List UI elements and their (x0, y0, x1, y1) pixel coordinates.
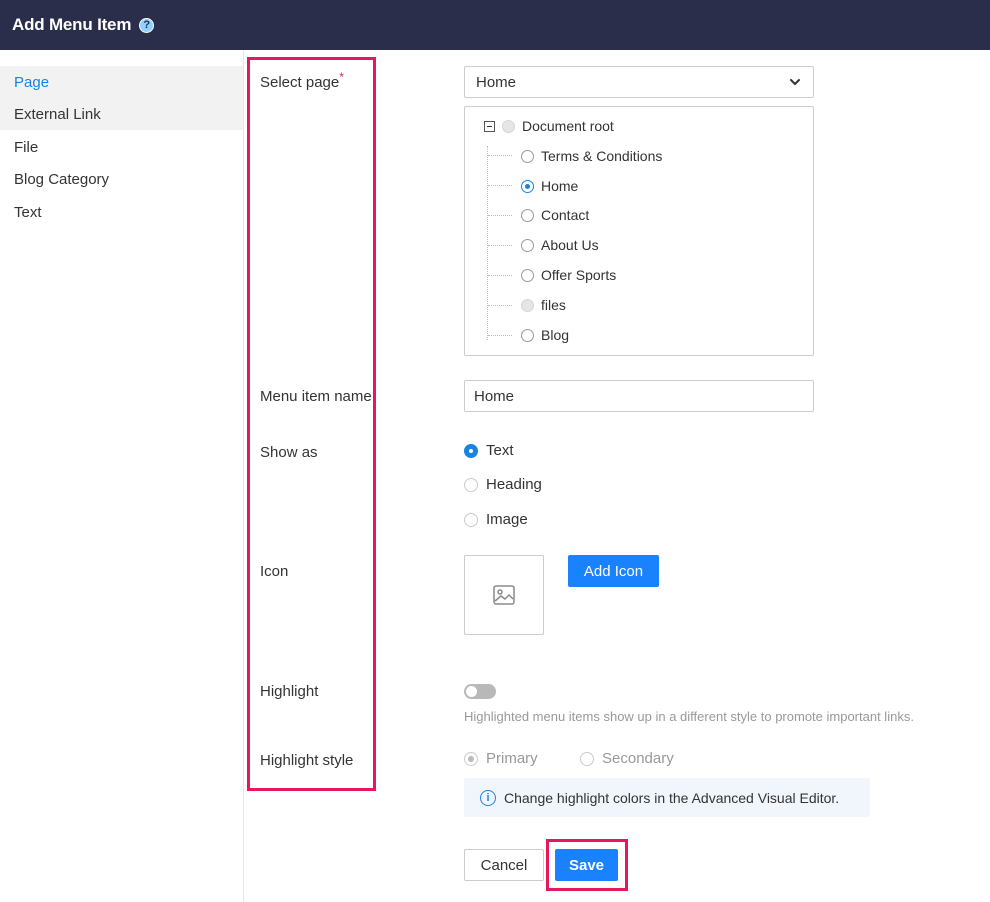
tree-item-radio[interactable] (521, 328, 534, 342)
info-icon: i (480, 789, 496, 806)
option-label: Primary (486, 750, 538, 767)
annotation-highlight-labels (247, 57, 376, 791)
tree-item-blog[interactable]: Blog (521, 325, 569, 345)
collapse-icon[interactable] (484, 120, 495, 132)
tree-root-label: Document root (522, 118, 614, 134)
info-text: Change highlight colors in the Advanced … (504, 789, 840, 806)
tree-branch (488, 215, 512, 216)
dialog-header: Add Menu Item ? (0, 0, 990, 50)
tree-item-terms[interactable]: Terms & Conditions (521, 146, 662, 166)
image-placeholder-icon (493, 585, 515, 605)
radio-button (580, 751, 594, 766)
icon-preview[interactable] (464, 555, 544, 635)
sidebar-item-blog-category[interactable]: Blog Category (0, 163, 243, 195)
tree-item-label: Offer Sports (541, 267, 617, 283)
highlight-hint: Highlighted menu items show up in a diff… (464, 709, 914, 724)
tree-item-files: files (521, 295, 566, 315)
menu-type-sidebar: Page External Link File Blog Category Te… (0, 50, 244, 902)
show-as-option-text[interactable]: Text (464, 442, 514, 459)
option-label: Image (486, 511, 528, 528)
radio-button[interactable] (464, 443, 478, 458)
radio-button (464, 751, 478, 766)
tree-branch (488, 185, 512, 186)
select-page-dropdown[interactable]: Home (464, 66, 814, 98)
page-tree (464, 106, 814, 356)
sidebar-item-file[interactable]: File (0, 131, 243, 163)
tree-guide-line (487, 146, 488, 340)
tree-item-label: Terms & Conditions (541, 148, 663, 164)
tree-branch (488, 155, 512, 156)
tree-item-radio[interactable] (521, 268, 534, 282)
tree-root-radio (502, 119, 515, 133)
tree-item-home[interactable]: Home (521, 176, 578, 196)
menu-item-name-input[interactable]: Home (464, 380, 814, 412)
cancel-button[interactable]: Cancel (464, 849, 544, 881)
tree-item-about-us[interactable]: About Us (521, 235, 599, 255)
tree-branch (488, 335, 512, 336)
show-as-option-heading[interactable]: Heading (464, 476, 542, 493)
tree-item-label: files (541, 297, 566, 313)
highlight-toggle[interactable] (464, 684, 496, 699)
dialog-title: Add Menu Item (12, 15, 132, 34)
tree-item-contact[interactable]: Contact (521, 205, 589, 225)
select-page-value: Home (476, 73, 517, 91)
highlight-style-secondary: Secondary (580, 750, 674, 767)
radio-button[interactable] (464, 512, 478, 527)
help-icon[interactable]: ? (139, 17, 155, 33)
tree-item-label: Home (541, 178, 579, 194)
option-label: Text (486, 442, 514, 459)
sidebar-item-external-link[interactable]: External Link (0, 98, 243, 130)
tree-branch (488, 245, 512, 246)
highlight-style-primary: Primary (464, 750, 538, 767)
tree-item-label: About Us (541, 237, 599, 253)
annotation-highlight-save (546, 839, 628, 891)
tree-branch (488, 275, 512, 276)
option-label: Heading (486, 476, 542, 493)
tree-item-radio[interactable] (521, 179, 534, 193)
highlight-info-banner: i Change highlight colors in the Advance… (464, 778, 870, 817)
show-as-option-image[interactable]: Image (464, 511, 528, 528)
tree-item-offer-sports[interactable]: Offer Sports (521, 265, 616, 285)
tree-item-label: Blog (541, 327, 570, 343)
sidebar-item-page[interactable]: Page (0, 66, 243, 98)
chevron-down-icon (790, 79, 800, 85)
option-label: Secondary (602, 750, 674, 767)
add-icon-button[interactable]: Add Icon (568, 555, 659, 587)
tree-branch (488, 305, 512, 306)
menu-item-name-value: Home (474, 387, 515, 405)
sidebar-item-text[interactable]: Text (0, 196, 243, 228)
tree-item-radio[interactable] (521, 238, 534, 252)
tree-root: Document root (484, 116, 614, 136)
tree-item-radio[interactable] (521, 149, 534, 163)
tree-item-radio (521, 298, 534, 312)
tree-item-radio[interactable] (521, 208, 534, 222)
tree-item-label: Contact (541, 207, 590, 223)
radio-button[interactable] (464, 477, 478, 492)
